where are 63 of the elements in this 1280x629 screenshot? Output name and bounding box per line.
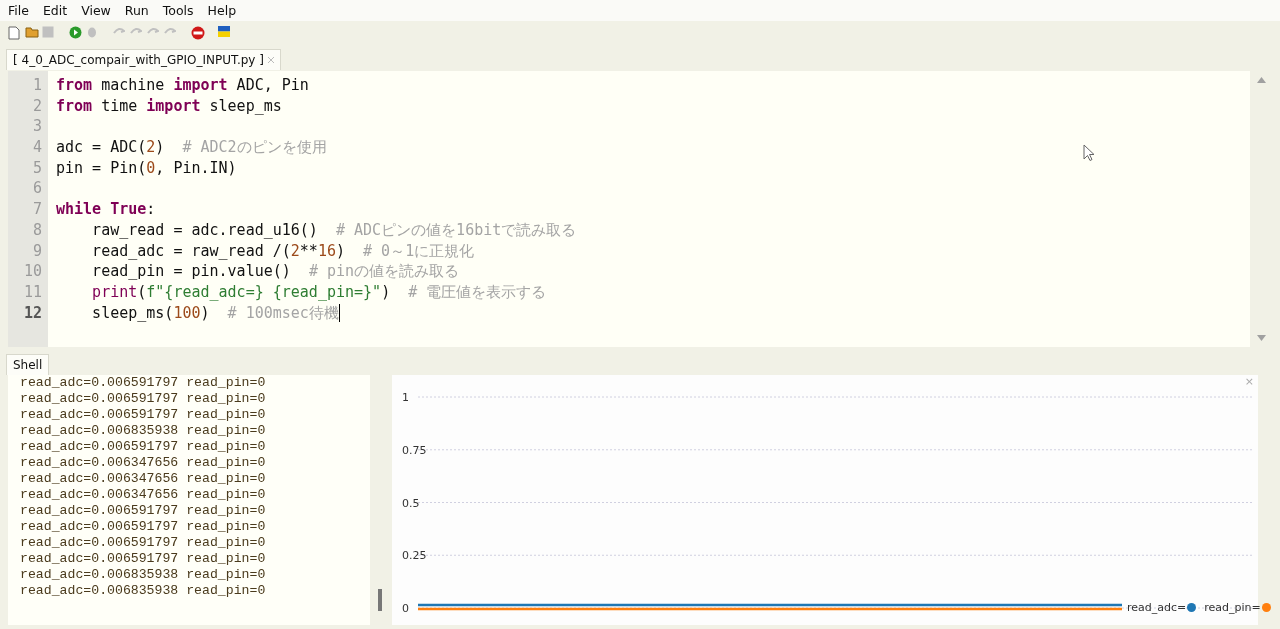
folder-icon[interactable] [25, 26, 39, 38]
menu-item[interactable]: Help [200, 3, 244, 18]
line-number: 2 [31, 95, 43, 117]
code-line: raw_read = adc.read_u16() # ADCピンの値を16bitで読み取る [91, 219, 577, 241]
menu-item[interactable]: View [74, 3, 118, 18]
shell-tab[interactable]: Shell [6, 354, 50, 375]
shell-output-line: read_adc=0.006835938 read_pin=0 [20, 423, 267, 439]
menu-item[interactable]: Run [117, 3, 156, 18]
shell-output-line: read_adc=0.006347656 read_pin=0 [20, 455, 267, 471]
editor-tab[interactable]: [ 4_0_ADC_compair_with_GPIO_INPUT.py ] [6, 49, 281, 70]
stop-icon[interactable] [191, 26, 205, 40]
line-number: 11 [22, 281, 43, 303]
new-file-icon[interactable] [8, 26, 20, 40]
code-line: read_adc = raw_read /(2**16) # 0～1に正規化 [91, 240, 475, 262]
shell-output-line: read_adc=0.006835938 read_pin=0 [20, 583, 267, 599]
code-line: from time import sleep_ms [56, 95, 282, 117]
line-number: 9 [31, 240, 43, 262]
code-line: read_pin = pin.value() # pinの値を読み取る [91, 261, 460, 282]
code-line: sleep_ms(100) # 100msec待機 [91, 302, 339, 324]
close-icon[interactable] [267, 57, 274, 63]
line-number: 4 [31, 137, 43, 158]
line-number: 5 [31, 157, 43, 179]
legend-label: read_pin= [1204, 601, 1261, 614]
line-number: 12 [22, 302, 43, 324]
menu-item[interactable]: Tools [155, 3, 201, 18]
code-line: pin = Pin(0, Pin.IN) [56, 157, 237, 179]
legend-label: read_adc= [1127, 601, 1187, 614]
line-number: 6 [31, 178, 43, 200]
shell-output-line: read_adc=0.006591797 read_pin=0 [20, 375, 267, 391]
y-tick-label: 1 [402, 391, 409, 404]
shell-output-line: read_adc=0.006347656 read_pin=0 [20, 487, 267, 503]
flag-icon[interactable] [218, 26, 230, 37]
text-cursor [338, 303, 341, 322]
scroll-up-icon[interactable] [1256, 77, 1266, 83]
y-tick-label: 0.5 [402, 496, 420, 510]
code-line: print(f"{read_adc=} {read_pin=}") # 電圧値を表示する [91, 281, 547, 303]
y-tick-label: 0 [402, 602, 409, 615]
shell-output-line: read_adc=0.006591797 read_pin=0 [20, 535, 267, 551]
line-number: 8 [31, 219, 43, 241]
code-line: adc = ADC(2) # ADC2のピンを使用 [56, 137, 327, 158]
scroll-down-icon[interactable] [1256, 335, 1266, 341]
shell-output-line: read_adc=0.006591797 read_pin=0 [20, 407, 267, 423]
shell-output-line: read_adc=0.006347656 read_pin=0 [20, 471, 267, 487]
shell-output-line: read_adc=0.006591797 read_pin=0 [20, 503, 267, 519]
menu-item[interactable]: File [1, 3, 36, 18]
shell-output-line: read_adc=0.006591797 read_pin=0 [20, 519, 267, 535]
line-number: 1 [31, 75, 43, 96]
code-line: while True: [56, 199, 156, 220]
scrollbar-thumb[interactable] [378, 589, 382, 611]
shell-output-line: read_adc=0.006591797 read_pin=0 [20, 551, 267, 567]
line-number: 10 [22, 261, 43, 282]
mouse-pointer-icon [1083, 144, 1095, 162]
shell-output-line: read_adc=0.006591797 read_pin=0 [20, 391, 267, 407]
line-number: 7 [31, 199, 43, 220]
run-icon[interactable] [69, 26, 82, 39]
shell-output-line: read_adc=0.006591797 read_pin=0 [20, 439, 267, 455]
y-tick-label: 0.25 [402, 549, 427, 563]
code-editor[interactable] [8, 71, 1272, 347]
code-line: from machine import ADC, Pin [56, 75, 309, 96]
y-tick-label: 0.75 [402, 443, 427, 457]
line-number: 3 [31, 116, 43, 138]
shell-output-line: read_adc=0.006835938 read_pin=0 [20, 567, 267, 583]
menu-item[interactable]: Edit [35, 3, 75, 18]
